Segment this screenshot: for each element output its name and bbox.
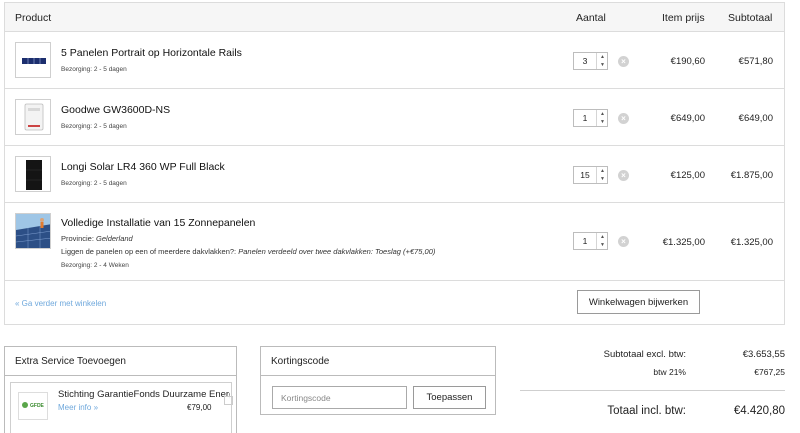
product-name[interactable]: 5 Panelen Portrait op Horizontale Rails xyxy=(61,47,242,59)
header-quantity: Aantal xyxy=(576,12,606,24)
increment-icon[interactable]: ▲ xyxy=(597,110,608,118)
increment-icon[interactable]: ▲ xyxy=(597,233,608,241)
extra-service-box: Extra Service Toevoegen GFDE Stichting G… xyxy=(4,346,237,433)
cart-row: Goodwe GW3600D-NS Bezorging: 2 - 5 dagen… xyxy=(5,89,784,146)
delivery-time: Bezorging: 2 - 5 dagen xyxy=(61,123,127,130)
cart-header: Product Aantal Item prijs Subtotaal xyxy=(5,3,784,32)
delivery-time: Bezorging: 2 - 4 Weken xyxy=(61,262,129,269)
product-name[interactable]: Goodwe GW3600D-NS xyxy=(61,104,170,116)
cart-row: Longi Solar LR4 360 WP Full Black Bezorg… xyxy=(5,146,784,203)
option-label: Liggen de panelen op een of meerdere dak… xyxy=(61,247,237,256)
quantity-value[interactable]: 3 xyxy=(574,53,596,69)
continue-shopping-link[interactable]: « Ga verder met winkelen xyxy=(15,299,106,308)
stepper-arrows: ▲ ▼ xyxy=(596,53,607,69)
province-value: Gelderland xyxy=(96,234,133,243)
item-subtotal: €571,80 xyxy=(738,56,773,67)
option-meta: Liggen de panelen op een of meerdere dak… xyxy=(61,247,435,256)
total-incl-label: Totaal incl. btw: xyxy=(607,405,686,417)
product-thumbnail-rails[interactable] xyxy=(15,42,51,78)
quantity-value[interactable]: 15 xyxy=(574,167,596,183)
product-thumbnail-inverter[interactable] xyxy=(15,99,51,135)
total-incl-value: €4.420,80 xyxy=(733,405,785,417)
product-thumbnail-installation[interactable] xyxy=(15,213,51,249)
gfde-logo: GFDE xyxy=(18,392,48,420)
quantity-value[interactable]: 1 xyxy=(574,110,596,126)
vat-value: €767,25 xyxy=(754,367,785,377)
quantity-stepper[interactable]: 1 ▲ ▼ xyxy=(573,109,608,127)
remove-item-icon[interactable]: × xyxy=(618,170,629,181)
more-info-link[interactable]: Meer info » xyxy=(58,403,98,412)
remove-item-icon[interactable]: × xyxy=(618,236,629,247)
decrement-icon[interactable]: ▼ xyxy=(597,241,608,249)
remove-item-icon[interactable]: × xyxy=(618,56,629,67)
cart-table: Product Aantal Item prijs Subtotaal 5 Pa… xyxy=(4,2,785,325)
item-subtotal: €1.875,00 xyxy=(730,170,773,181)
delivery-time: Bezorging: 2 - 5 dagen xyxy=(61,180,127,187)
product-name[interactable]: Longi Solar LR4 360 WP Full Black xyxy=(61,161,225,173)
extra-service-title: Extra Service Toevoegen xyxy=(15,356,126,367)
divider xyxy=(261,375,495,376)
apply-coupon-button[interactable]: Toepassen xyxy=(413,386,486,409)
quantity-value[interactable]: 1 xyxy=(574,233,596,249)
coupon-title: Kortingscode xyxy=(271,356,330,367)
option-value: Panelen verdeeld over twee dakvlakken: T… xyxy=(238,247,436,256)
header-product: Product xyxy=(15,12,52,24)
quantity-stepper[interactable]: 3 ▲ ▼ xyxy=(573,52,608,70)
subtotal-excl-value: €3.653,55 xyxy=(742,349,785,360)
stepper-arrows: ▲ ▼ xyxy=(596,167,607,183)
product-thumbnail-panel[interactable] xyxy=(15,156,51,192)
extra-service-name: Stichting GarantieFonds Duurzame Energie xyxy=(58,389,230,400)
vat-label: btw 21% xyxy=(653,367,686,377)
item-price: €125,00 xyxy=(670,170,705,181)
cart-row: 5 Panelen Portrait op Horizontale Rails … xyxy=(5,32,784,89)
extra-service-item: GFDE Stichting GarantieFonds Duurzame En… xyxy=(10,382,233,433)
coupon-code-input[interactable] xyxy=(272,386,407,409)
extra-service-checkbox[interactable] xyxy=(224,396,233,405)
remove-item-icon[interactable]: × xyxy=(618,113,629,124)
header-subtotal: Subtotaal xyxy=(728,12,773,24)
quantity-stepper[interactable]: 15 ▲ ▼ xyxy=(573,166,608,184)
item-price: €1.325,00 xyxy=(662,237,705,248)
quantity-stepper[interactable]: 1 ▲ ▼ xyxy=(573,232,608,250)
decrement-icon[interactable]: ▼ xyxy=(597,118,608,126)
item-price: €190,60 xyxy=(670,56,705,67)
item-subtotal: €649,00 xyxy=(738,113,773,124)
decrement-icon[interactable]: ▼ xyxy=(597,61,608,69)
gfde-logo-text: GFDE xyxy=(30,403,44,409)
stepper-arrows: ▲ ▼ xyxy=(596,233,607,249)
cart-totals: Subtotaal excl. btw: €3.653,55 btw 21% €… xyxy=(520,344,785,433)
item-price: €649,00 xyxy=(670,113,705,124)
stepper-arrows: ▲ ▼ xyxy=(596,110,607,126)
province-label: Provincie: xyxy=(61,234,94,243)
province-meta: Provincie: Gelderland xyxy=(61,234,133,243)
header-item-price: Item prijs xyxy=(662,12,705,24)
delivery-time: Bezorging: 2 - 5 dagen xyxy=(61,66,127,73)
increment-icon[interactable]: ▲ xyxy=(597,53,608,61)
cart-row: Volledige Installatie van 15 Zonnepanele… xyxy=(5,203,784,281)
update-cart-button[interactable]: Winkelwagen bijwerken xyxy=(577,290,700,314)
item-subtotal: €1.325,00 xyxy=(730,237,773,248)
extra-service-price: €79,00 xyxy=(187,403,212,412)
coupon-box: Kortingscode Toepassen xyxy=(260,346,496,415)
product-name[interactable]: Volledige Installatie van 15 Zonnepanele… xyxy=(61,217,255,229)
decrement-icon[interactable]: ▼ xyxy=(597,175,608,183)
divider xyxy=(520,390,785,391)
divider xyxy=(5,375,236,376)
subtotal-excl-label: Subtotaal excl. btw: xyxy=(603,349,686,360)
increment-icon[interactable]: ▲ xyxy=(597,167,608,175)
